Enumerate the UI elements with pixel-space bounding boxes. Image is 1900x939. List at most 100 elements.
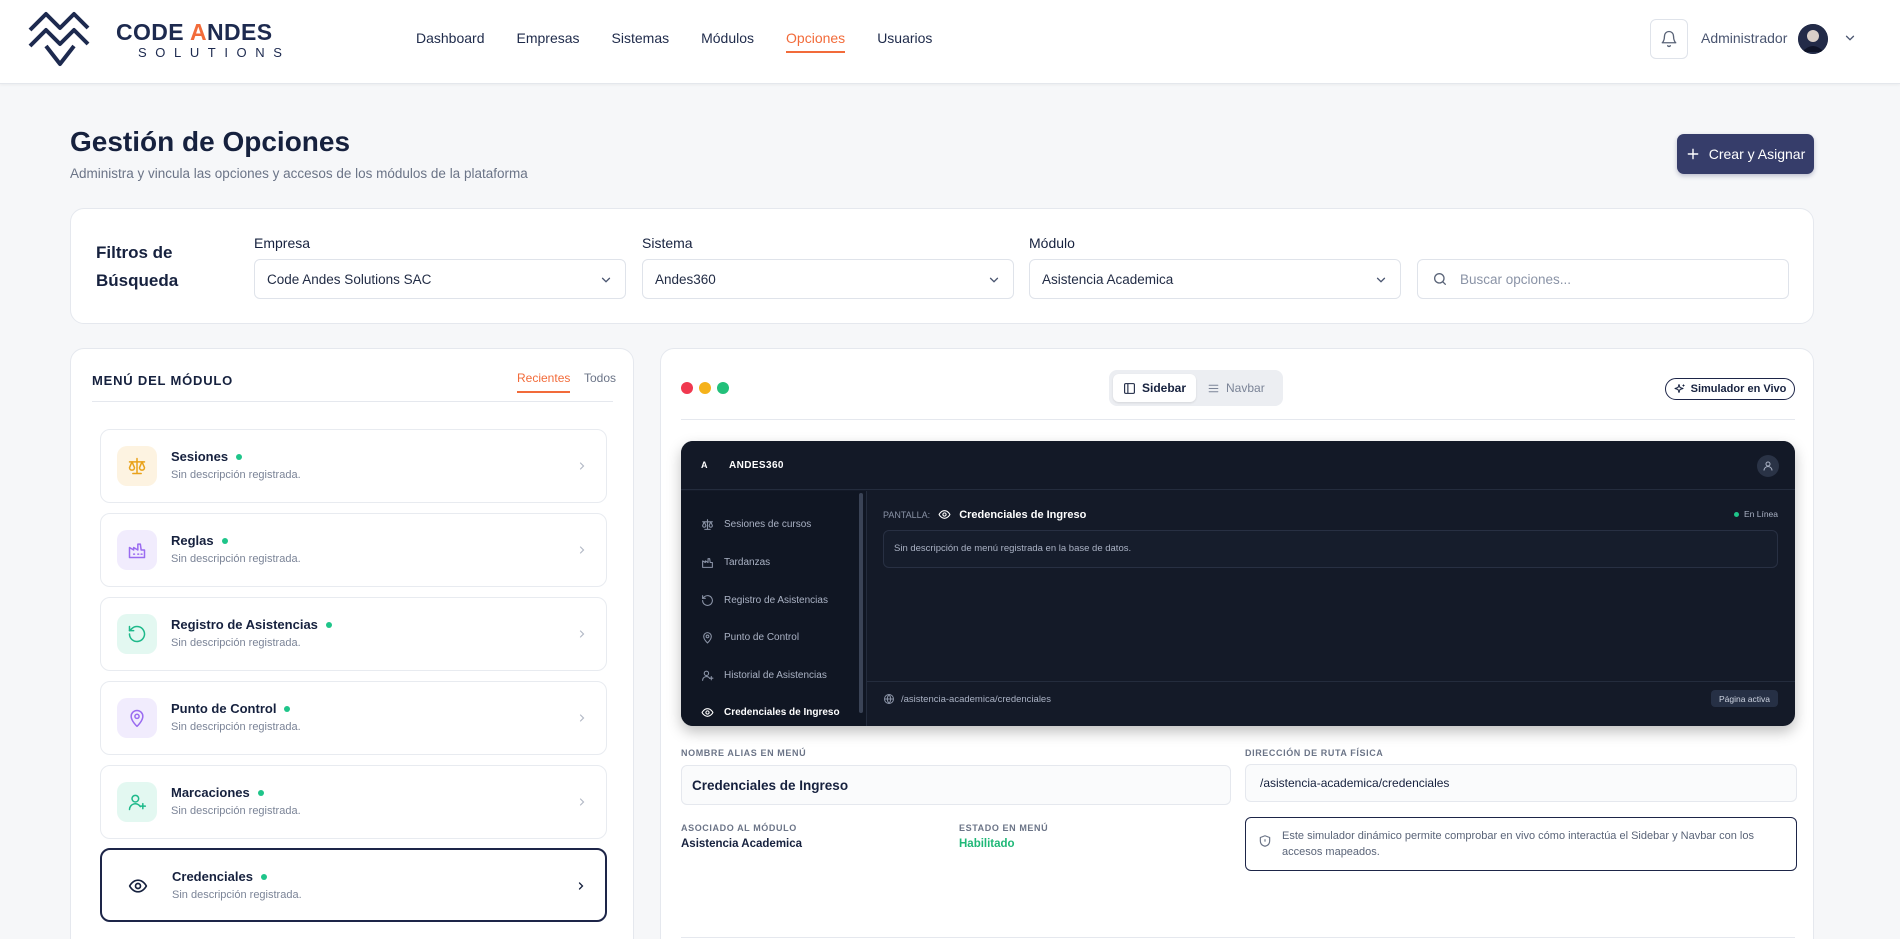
tab-all[interactable]: Todos [584, 371, 616, 385]
preview-sidebar-label: Credenciales de Ingreso [724, 707, 840, 718]
preview-sidebar-item[interactable]: Punto de Control [701, 631, 799, 644]
preview-sidebar-label: Historial de Asistencias [724, 670, 827, 681]
preview-sidebar-item[interactable]: Historial de Asistencias [701, 669, 827, 682]
menu-item-punto-control[interactable]: Punto de Control Sin descripción registr… [100, 681, 607, 755]
module-menu-panel: MENÚ DEL MÓDULO Recientes Todos Sesiones… [70, 348, 634, 939]
avatar[interactable] [1798, 24, 1828, 54]
menu-item-credenciales[interactable]: Credenciales Sin descripción registrada. [100, 848, 607, 922]
route-field[interactable]: /asistencia-academica/credenciales [1245, 764, 1797, 802]
preview-sidebar-label: Sesiones de cursos [724, 519, 812, 530]
preview-logo: A [701, 460, 708, 470]
page-active-badge: Página activa [1710, 690, 1778, 707]
alias-field[interactable]: Credenciales de Ingreso [681, 765, 1231, 805]
filters-card: Filtros de Búsqueda Empresa Code Andes S… [70, 208, 1814, 324]
brand-text-accent: A [190, 19, 208, 45]
menu-item-desc: Sin descripción registrada. [171, 469, 301, 481]
user-name[interactable]: Administrador [1701, 30, 1787, 46]
chevron-down-icon [601, 277, 611, 283]
toggle-navbar-label: Navbar [1226, 381, 1265, 395]
menu-item-registro-asistencias[interactable]: Registro de Asistencias Sin descripción … [100, 597, 607, 671]
layout-toggle: Sidebar Navbar [1109, 370, 1283, 406]
menu-lines-icon [1208, 384, 1219, 392]
menu-item-marcaciones[interactable]: Marcaciones Sin descripción registrada. [100, 765, 607, 839]
preview-sidebar-label: Registro de Asistencias [724, 595, 828, 606]
search-input[interactable]: Buscar opciones... [1417, 259, 1789, 299]
menu-item-reglas[interactable]: Reglas Sin descripción registrada. [100, 513, 607, 587]
preview-sidebar-item[interactable]: Sesiones de cursos [701, 518, 811, 531]
create-assign-button[interactable]: Crear y Asignar [1677, 134, 1814, 174]
top-navbar: CODE ANDES SOLUTIONS Dashboard Empresas … [0, 0, 1900, 84]
search-icon [1434, 273, 1446, 285]
factory-icon [702, 558, 713, 568]
map-pin-icon [117, 698, 157, 738]
brand-wordmark[interactable]: CODE ANDES SOLUTIONS [116, 20, 291, 60]
preview-sidebar-scrollbar[interactable] [859, 493, 863, 713]
live-simulator-label: Simulador en Vivo [1690, 383, 1787, 395]
nav-sistemas[interactable]: Sistemas [612, 30, 670, 53]
status-dot [257, 789, 264, 796]
screen-label: PANTALLA: [883, 509, 931, 520]
chevron-right-icon [579, 546, 585, 554]
nav-usuarios[interactable]: Usuarios [877, 30, 932, 53]
eye-icon [938, 510, 951, 519]
preview-sidebar-item[interactable]: Tardanzas [701, 556, 770, 569]
menu-item-name: Credenciales [172, 869, 253, 884]
state-label: ESTADO EN MENÚ [959, 823, 1049, 833]
page-title: Gestión de Opciones [70, 126, 351, 157]
alias-label: NOMBRE ALIAS EN MENÚ [681, 748, 807, 758]
nav-opciones[interactable]: Opciones [786, 30, 846, 53]
divider [92, 401, 613, 402]
preview-panel: Sidebar Navbar Simulador en Vivo A ANDES… [660, 348, 1814, 939]
preview-screen-header: PANTALLA: Credenciales de Ingreso [883, 508, 1086, 521]
state-value: Habilitado [959, 838, 1015, 850]
menu-item-desc: Sin descripción registrada. [171, 721, 301, 733]
modulo-select[interactable]: Asistencia Academica [1029, 259, 1401, 299]
main-nav: Dashboard Empresas Sistemas Módulos Opci… [416, 30, 932, 53]
live-simulator-button[interactable]: Simulador en Vivo [1665, 378, 1795, 400]
nav-dashboard[interactable]: Dashboard [416, 30, 485, 53]
search-placeholder: Buscar opciones... [1460, 271, 1572, 287]
preview-sidebar-label: Punto de Control [724, 632, 800, 643]
nav-modulos[interactable]: Módulos [701, 30, 754, 53]
window-minimize-dot [699, 382, 711, 394]
sistema-value: Andes360 [655, 271, 716, 287]
sistema-select[interactable]: Andes360 [642, 259, 1014, 299]
preview-description: Sin descripción de menú registrada en la… [883, 530, 1778, 568]
module-label: ASOCIADO AL MÓDULO [681, 823, 797, 833]
menu-item-name: Reglas [171, 533, 214, 548]
eye-icon [118, 866, 158, 906]
preview-sidebar-item-active[interactable]: Credenciales de Ingreso [701, 706, 840, 719]
divider [867, 681, 1795, 682]
window-maximize-dot [717, 382, 729, 394]
modulo-label: Módulo [1029, 235, 1075, 251]
user-menu-chevron-icon[interactable] [1843, 31, 1857, 45]
menu-item-sesiones[interactable]: Sesiones Sin descripción registrada. [100, 429, 607, 503]
preview-sidebar-item[interactable]: Registro de Asistencias [701, 594, 828, 607]
user-icon[interactable] [1757, 455, 1779, 477]
screen-name: Credenciales de Ingreso [959, 508, 1087, 521]
online-label: En Línea [1743, 509, 1778, 519]
globe-icon [884, 694, 894, 704]
preview-app-name: ANDES360 [729, 460, 784, 471]
module-value: Asistencia Academica [681, 838, 803, 850]
empresa-select[interactable]: Code Andes Solutions SAC [254, 259, 626, 299]
simulator-info-box: Este simulador dinámico permite comproba… [1245, 817, 1797, 871]
preview-sidebar-label: Tardanzas [724, 557, 771, 568]
toggle-navbar-button[interactable]: Navbar [1197, 374, 1275, 402]
filters-title: Filtros de Búsqueda [96, 243, 179, 290]
factory-icon [117, 530, 157, 570]
toggle-sidebar-button[interactable]: Sidebar [1113, 374, 1197, 402]
menu-item-desc: Sin descripción registrada. [171, 553, 301, 565]
chevron-right-icon [579, 630, 585, 638]
online-dot [1733, 511, 1739, 517]
tab-recent[interactable]: Recientes [517, 371, 571, 393]
brand-logo-icon[interactable] [26, 10, 92, 68]
route-label: DIRECCIÓN DE RUTA FÍSICA [1245, 748, 1384, 758]
nav-empresas[interactable]: Empresas [517, 30, 580, 53]
divider [681, 419, 1795, 420]
status-dot [221, 537, 228, 544]
divider [681, 937, 1795, 938]
plus-icon [1687, 148, 1699, 160]
menu-item-name: Punto de Control [171, 701, 277, 716]
notifications-button[interactable] [1650, 19, 1688, 59]
